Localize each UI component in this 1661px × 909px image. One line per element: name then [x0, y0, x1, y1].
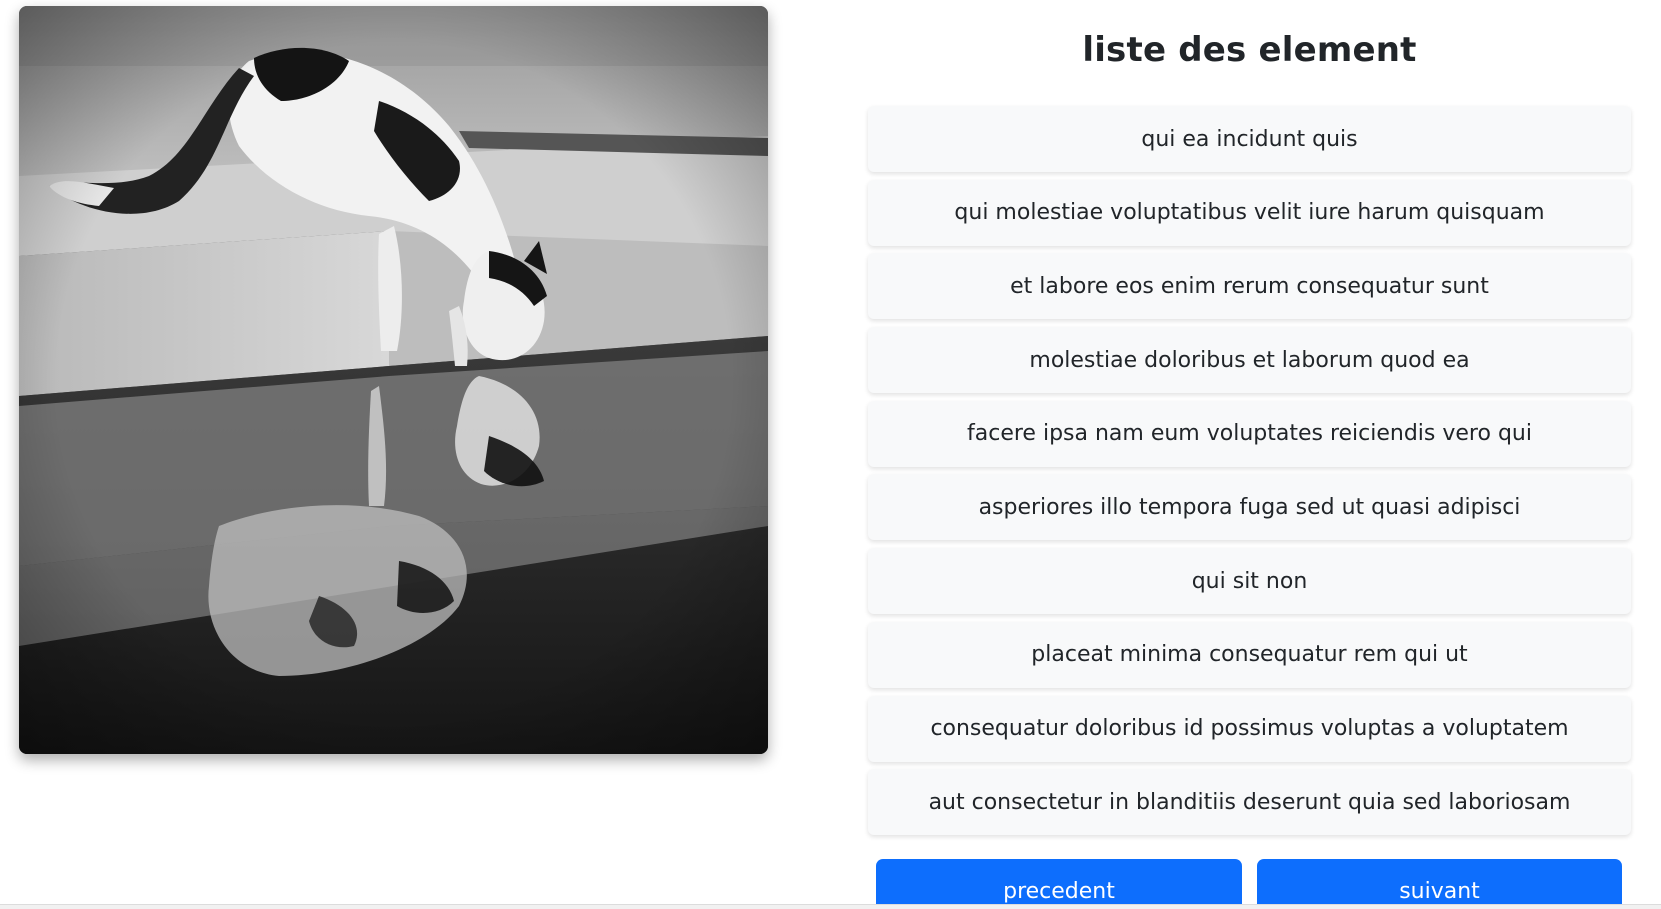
list-item[interactable]: qui ea incidunt quis: [868, 106, 1631, 172]
list-item[interactable]: qui sit non: [868, 548, 1631, 615]
list-item[interactable]: placeat minima consequatur rem qui ut: [868, 621, 1631, 688]
list-item[interactable]: aut consectetur in blanditiis deserunt q…: [868, 769, 1631, 836]
previous-button[interactable]: precedent: [876, 859, 1242, 909]
list-item[interactable]: asperiores illo tempora fuga sed ut quas…: [868, 474, 1631, 541]
list-item[interactable]: consequatur doloribus id possimus volupt…: [868, 695, 1631, 762]
bottom-divider: [0, 904, 1661, 909]
cat-reflection-image: [19, 6, 768, 754]
list-item[interactable]: et labore eos enim rerum consequatur sun…: [868, 253, 1631, 320]
next-button[interactable]: suivant: [1257, 859, 1622, 909]
cat-photo: [19, 6, 768, 754]
list-item[interactable]: facere ipsa nam eum voluptates reiciendi…: [868, 400, 1631, 467]
element-list: qui ea incidunt quis qui molestiae volup…: [868, 106, 1631, 843]
list-item[interactable]: qui molestiae voluptatibus velit iure ha…: [868, 179, 1631, 246]
page: liste des element qui ea incidunt quis q…: [0, 0, 1661, 909]
list-item[interactable]: molestiae doloribus et laborum quod ea: [868, 327, 1631, 394]
list-title: liste des element: [1082, 30, 1417, 70]
